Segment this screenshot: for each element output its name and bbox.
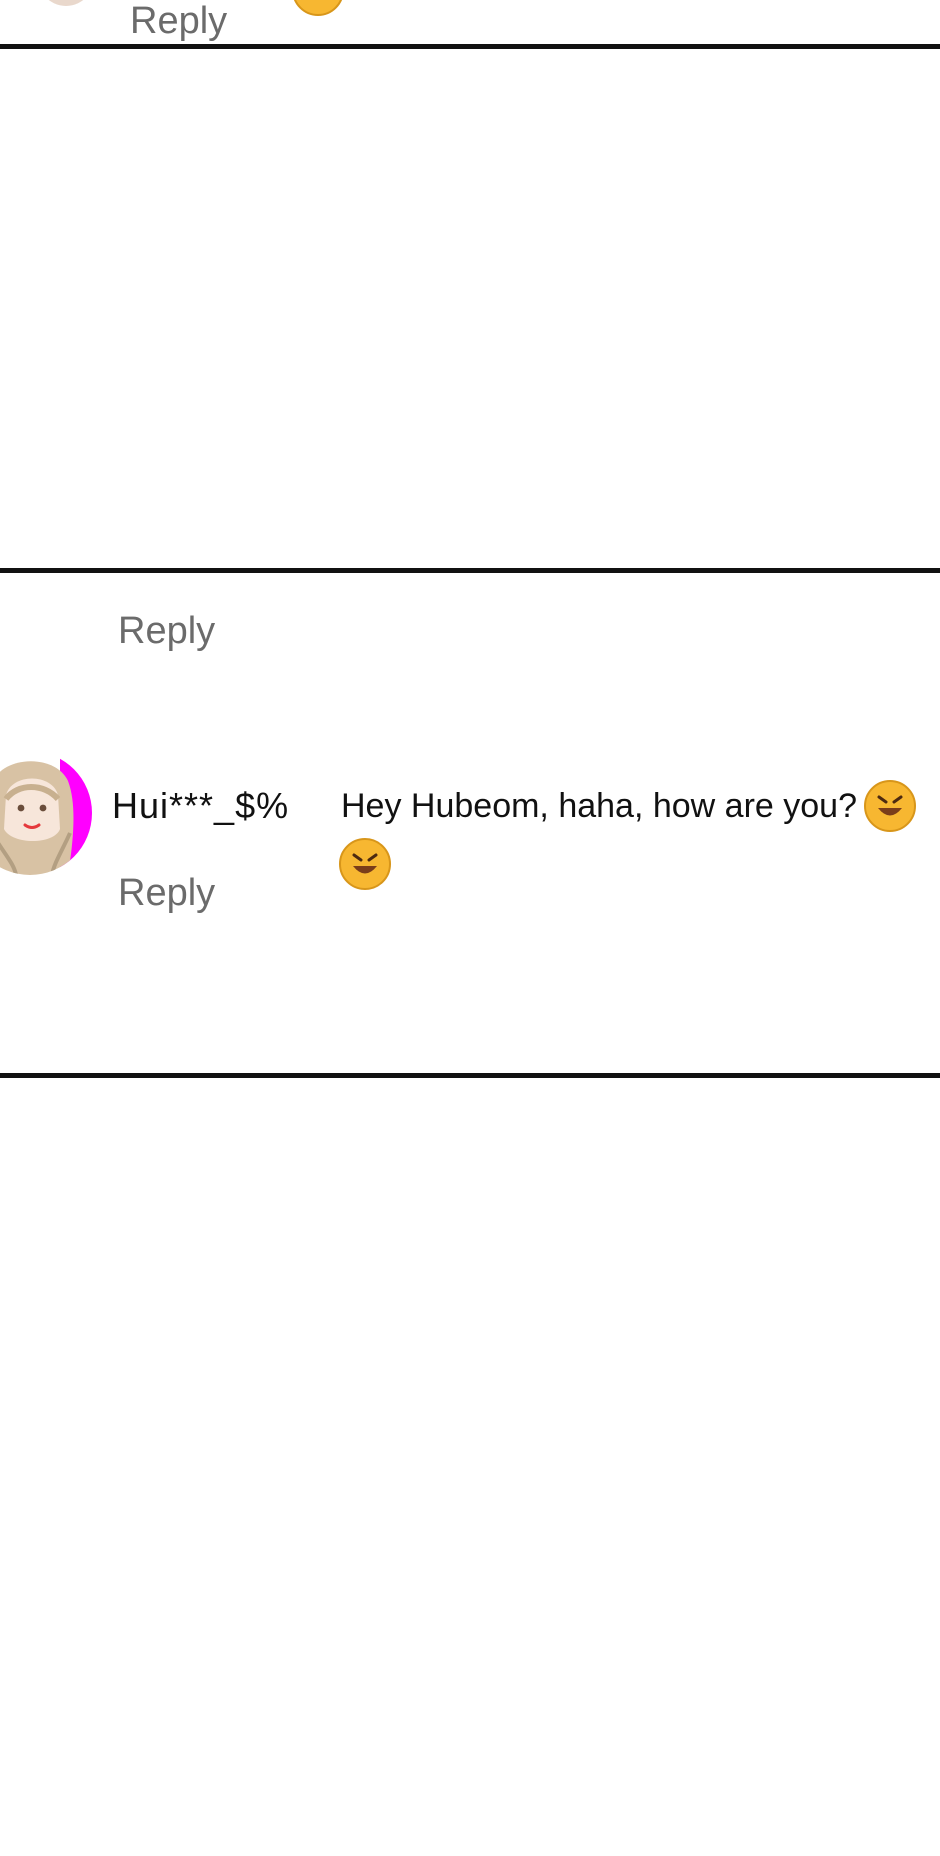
comment-panel-top: Reply — [0, 0, 940, 44]
reply-button-3[interactable]: Reply — [118, 874, 215, 912]
blank-panel — [0, 49, 940, 569]
avatar-partial-top — [34, 0, 98, 6]
reply-button-2[interactable]: Reply — [118, 612, 215, 650]
reply-button-1[interactable]: Reply — [130, 2, 227, 40]
avatar[interactable] — [0, 751, 92, 875]
laughing-emoji-icon — [339, 838, 391, 890]
comment-panel: Reply Hui***_$% Hey Hubeom, haha, how ar… — [0, 573, 940, 1073]
woman-avatar-icon — [0, 751, 92, 875]
laughing-emoji-icon — [294, 0, 342, 16]
laughing-emoji-icon — [864, 780, 916, 832]
comment-text: Hey Hubeom, haha, how are you? — [341, 787, 857, 825]
bottom-blank-panel — [0, 1078, 940, 1856]
comment-username[interactable]: Hui***_$% — [112, 788, 289, 824]
